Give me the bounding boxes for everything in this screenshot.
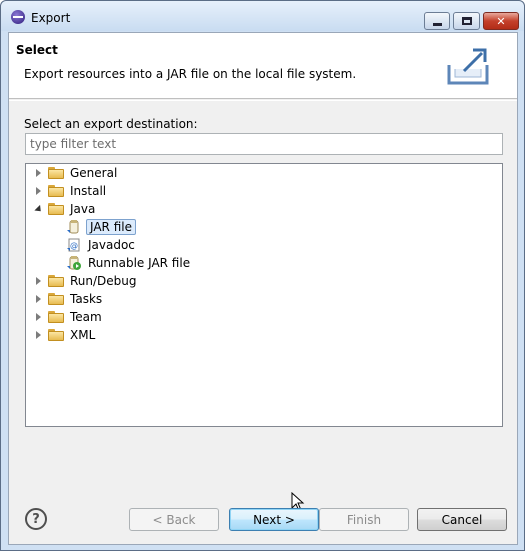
- tree-item-team[interactable]: Team: [34, 308, 104, 326]
- chevron-down-icon: [33, 204, 44, 214]
- minimize-icon: [432, 22, 442, 26]
- folder-open-icon: [48, 203, 64, 215]
- page-description: Export resources into a JAR file on the …: [24, 67, 357, 81]
- page-title: Select: [16, 43, 58, 57]
- runnable-jar-icon: [67, 256, 81, 270]
- dialog-body: Select Export resources into a JAR file …: [8, 32, 518, 545]
- tree-item-general[interactable]: General: [34, 164, 119, 182]
- expand-toggle[interactable]: [34, 164, 43, 182]
- window-title: Export: [31, 11, 71, 25]
- tree-item-label: Team: [70, 310, 102, 324]
- tree-item-label: Run/Debug: [70, 274, 137, 288]
- close-icon: ✕: [496, 14, 506, 28]
- tree-item-jar-file[interactable]: JAR file: [66, 218, 136, 236]
- chevron-right-icon: [36, 277, 41, 285]
- tree-item-runnable-jar-file[interactable]: Runnable JAR file: [66, 254, 192, 272]
- tree-item-xml[interactable]: XML: [34, 326, 97, 344]
- javadoc-icon: @: [67, 238, 80, 252]
- title-bar[interactable]: Export ✕: [1, 1, 524, 31]
- tree-item-java[interactable]: Java: [33, 200, 97, 218]
- tree-item-run-debug[interactable]: Run/Debug: [34, 272, 139, 290]
- tree-item-label: Tasks: [70, 292, 103, 306]
- expand-toggle[interactable]: [34, 272, 43, 290]
- close-button[interactable]: ✕: [483, 12, 519, 30]
- folder-icon: [48, 167, 64, 179]
- help-button[interactable]: ?: [25, 508, 47, 530]
- tree-item-install[interactable]: Install: [34, 182, 108, 200]
- header-separator: [9, 100, 517, 101]
- back-button[interactable]: < Back: [129, 508, 219, 531]
- tree-item-label: Runnable JAR file: [88, 256, 191, 270]
- chevron-right-icon: [36, 295, 41, 303]
- expand-toggle[interactable]: [34, 326, 43, 344]
- folder-icon: [48, 275, 64, 287]
- expand-toggle[interactable]: [33, 200, 44, 218]
- tree-item-label: Install: [70, 184, 107, 198]
- tree-item-label: Java: [70, 202, 96, 216]
- svg-text:@: @: [70, 241, 78, 250]
- expand-toggle[interactable]: [34, 308, 43, 326]
- maximize-button[interactable]: [453, 12, 480, 30]
- expand-toggle[interactable]: [34, 182, 43, 200]
- help-icon: ?: [32, 511, 40, 527]
- folder-icon: [48, 329, 64, 341]
- tree-item-tasks[interactable]: Tasks: [34, 290, 104, 308]
- maximize-icon: [461, 17, 472, 25]
- chevron-right-icon: [36, 331, 41, 339]
- expand-toggle[interactable]: [34, 290, 43, 308]
- chevron-right-icon: [36, 169, 41, 177]
- jar-file-icon: [67, 220, 79, 234]
- destination-label: Select an export destination:: [24, 117, 198, 131]
- folder-icon: [48, 293, 64, 305]
- folder-icon: [48, 185, 64, 197]
- tree-item-label: XML: [70, 328, 96, 342]
- export-dialog: Export ✕ Select Export resources into a …: [0, 0, 525, 551]
- tree-item-javadoc[interactable]: @ Javadoc: [66, 236, 137, 254]
- tree-item-label: JAR file: [86, 219, 136, 235]
- export-wizard-icon: [447, 48, 489, 85]
- wizard-header: Select Export resources into a JAR file …: [9, 33, 517, 99]
- folder-icon: [48, 311, 64, 323]
- finish-button[interactable]: Finish: [319, 508, 409, 531]
- destination-tree[interactable]: General Install Java JAR file @ Javadoc …: [25, 163, 503, 512]
- minimize-button[interactable]: [424, 12, 450, 30]
- cancel-button[interactable]: Cancel: [417, 508, 507, 531]
- eclipse-icon: [11, 10, 25, 24]
- filter-input[interactable]: [25, 133, 503, 155]
- tree-item-label: General: [70, 166, 118, 180]
- chevron-right-icon: [36, 187, 41, 195]
- chevron-right-icon: [36, 313, 41, 321]
- next-button[interactable]: Next >: [229, 508, 319, 531]
- tree-item-label: Javadoc: [88, 238, 135, 252]
